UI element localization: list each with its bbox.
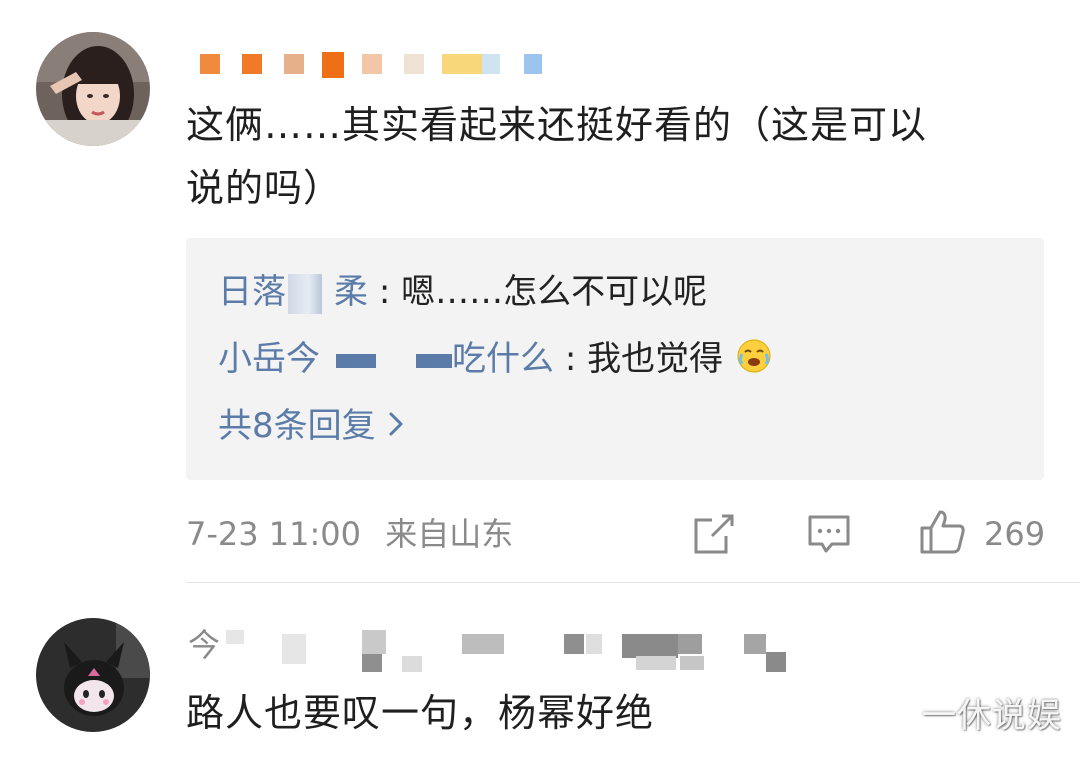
like-count: 269 bbox=[984, 515, 1046, 553]
comment-meta: 7-23 11:00 来自山东 bbox=[186, 514, 513, 554]
reply-item[interactable]: 日落 柔 : 嗯……怎么不可以呢 bbox=[218, 272, 707, 314]
reply-username-start: 日落 bbox=[218, 272, 286, 312]
thumbs-up-icon bbox=[920, 510, 965, 554]
reply-button[interactable] bbox=[806, 512, 852, 560]
share-button[interactable] bbox=[692, 512, 736, 560]
user-avatar[interactable] bbox=[36, 32, 150, 146]
reply-text: : 我也觉得 bbox=[564, 339, 724, 379]
share-icon bbox=[694, 514, 734, 554]
username-start: 今 bbox=[188, 626, 221, 664]
username-mosaic bbox=[226, 630, 786, 676]
reply-username[interactable]: 日落 柔 bbox=[218, 272, 379, 314]
more-replies-link[interactable]: 共8条回复 bbox=[218, 406, 404, 446]
username-blur bbox=[416, 353, 452, 368]
comment-icon bbox=[808, 515, 850, 553]
comment-divider bbox=[186, 582, 1080, 583]
reply-item[interactable]: 小岳今 吃什么 : 我也觉得 bbox=[218, 338, 772, 383]
more-replies-label: 共8条回复 bbox=[218, 406, 376, 446]
reply-username-end: 柔 bbox=[334, 272, 368, 312]
comment-body: 路人也要叹一句，杨幂好绝 bbox=[186, 691, 655, 735]
username-blur bbox=[288, 273, 322, 314]
username-mosaic bbox=[200, 52, 545, 80]
replies-panel: 日落 柔 : 嗯……怎么不可以呢 小岳今 吃什么 : 我也觉得 共8条回复 bbox=[186, 238, 1044, 480]
reply-username[interactable]: 小岳今 吃什么 bbox=[218, 339, 565, 379]
comment-body-line: 说的吗） bbox=[186, 166, 343, 210]
comment-timestamp: 7-23 11:00 bbox=[186, 515, 362, 553]
username-blur bbox=[336, 353, 376, 368]
reply-text: : 嗯……怎么不可以呢 bbox=[378, 272, 708, 312]
like-button[interactable] bbox=[918, 508, 968, 560]
comment-feed: 这俩……其实看起来还挺好看的（这是可以 说的吗） 日落 柔 : 嗯……怎么不可以呢… bbox=[0, 0, 1080, 757]
comment-body-line: 这俩……其实看起来还挺好看的（这是可以 bbox=[186, 103, 928, 147]
comment-body: 这俩……其实看起来还挺好看的（这是可以 说的吗） bbox=[186, 94, 927, 220]
comment-location: 来自山东 bbox=[385, 515, 514, 553]
watermark: 一休说娱 bbox=[922, 696, 1062, 736]
reply-username-start: 小岳今 bbox=[218, 339, 320, 379]
crying-laughing-emoji bbox=[736, 338, 772, 383]
reply-username-end: 吃什么 bbox=[452, 339, 554, 379]
chevron-right-icon bbox=[388, 406, 404, 446]
user-avatar[interactable] bbox=[36, 618, 150, 732]
username[interactable]: 今 bbox=[188, 625, 220, 665]
